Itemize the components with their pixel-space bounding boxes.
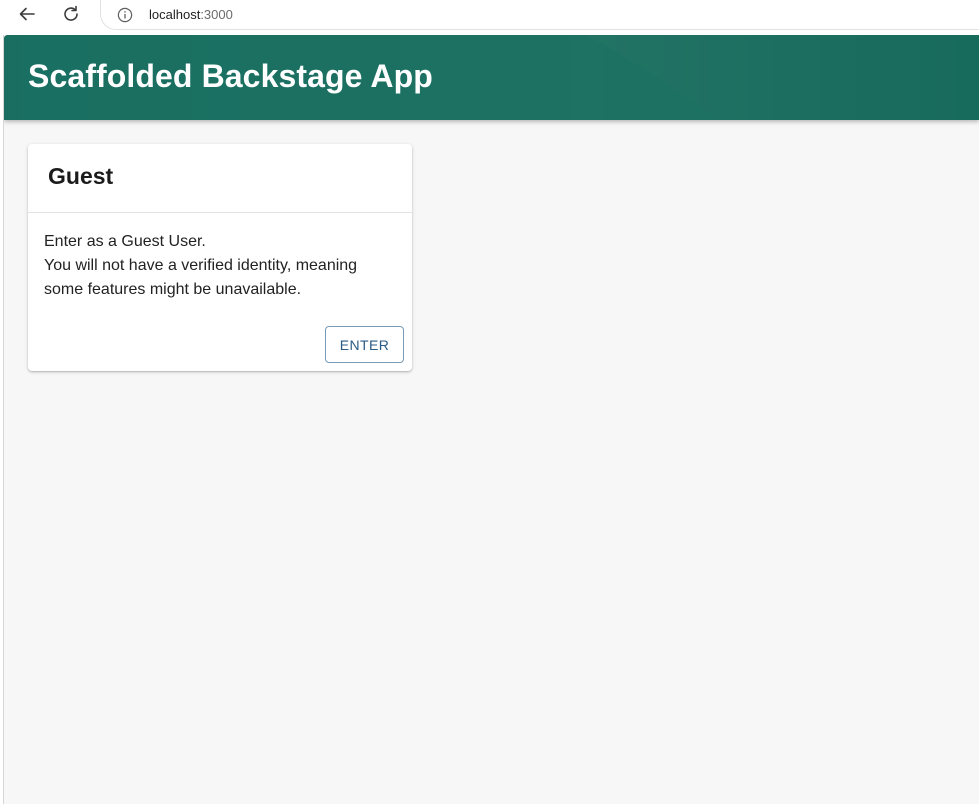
- app-title: Scaffolded Backstage App: [28, 58, 433, 94]
- page-viewport: Scaffolded Backstage App Guest Enter as …: [3, 35, 979, 804]
- guest-card: Guest Enter as a Guest User. You will no…: [28, 144, 412, 371]
- card-title: Guest: [48, 163, 114, 189]
- main-content: Guest Enter as a Guest User. You will no…: [4, 120, 979, 371]
- enter-button[interactable]: ENTER: [325, 326, 404, 363]
- url-host: localhost: [149, 7, 201, 22]
- reload-icon: [62, 5, 80, 28]
- reload-button[interactable]: [58, 3, 84, 29]
- url-port: :3000: [200, 7, 233, 22]
- card-header: Guest: [28, 144, 412, 213]
- back-button[interactable]: [14, 3, 40, 29]
- browser-toolbar: localhost:3000: [0, 0, 979, 33]
- address-bar[interactable]: localhost:3000: [100, 0, 979, 30]
- card-text-line-3: some features might be unavailable.: [44, 281, 302, 298]
- card-body: Enter as a Guest User. You will not have…: [28, 213, 412, 302]
- app-header: Scaffolded Backstage App: [4, 35, 979, 120]
- card-actions: ENTER: [28, 302, 412, 371]
- info-icon[interactable]: [117, 7, 133, 23]
- card-text-line-2: You will not have a verified identity, m…: [44, 257, 358, 274]
- card-text-line-1: Enter as a Guest User.: [44, 233, 206, 250]
- arrow-left-icon: [18, 5, 36, 28]
